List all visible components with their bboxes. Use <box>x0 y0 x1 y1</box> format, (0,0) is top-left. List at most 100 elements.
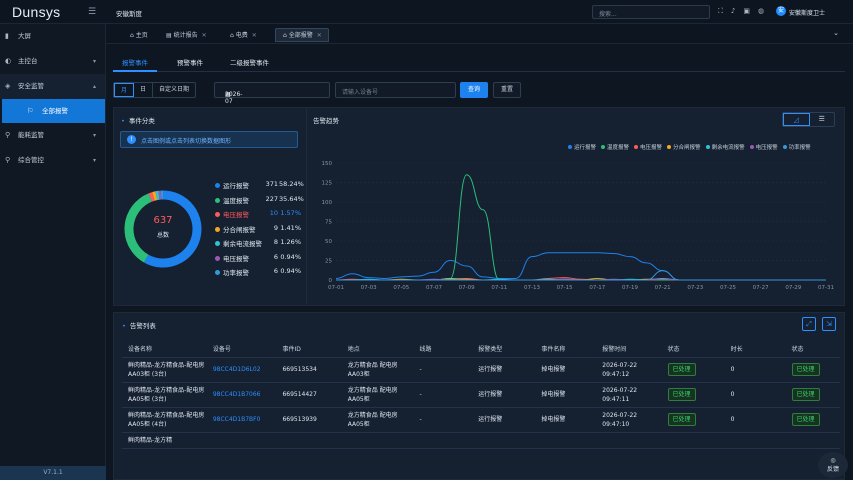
feedback-button[interactable]: ◎ 反馈 <box>818 452 848 478</box>
version-label: V7.1.1 <box>0 466 106 480</box>
date-picker[interactable]: ▦ 2026-07 <box>214 82 330 105</box>
lock-icon[interactable]: ▣ <box>743 7 750 15</box>
bell-icon[interactable]: ♪ <box>731 7 735 15</box>
sidebar-item-control[interactable]: ⚲ 综合管控 ▾ <box>0 148 105 173</box>
x-tick-label: 07-07 <box>426 285 442 291</box>
tab-alarm-events[interactable]: 报警事件 <box>122 57 148 67</box>
tab-label: 主页 <box>135 32 148 39</box>
x-tick-label: 07-19 <box>622 285 638 291</box>
period-day[interactable]: 日 <box>134 83 154 97</box>
device-input[interactable]: 请输入设备号 <box>335 82 456 98</box>
column-header: 报警类型 <box>472 341 536 358</box>
x-tick-label: 07-11 <box>491 285 507 291</box>
export-icon[interactable]: ⇲ <box>822 317 836 331</box>
legend-percent: 1.57% <box>280 209 301 217</box>
series-line[interactable] <box>335 270 826 281</box>
sidebar-item-label: 主控台 <box>18 57 38 65</box>
brand-logo: Dunsys <box>12 4 61 20</box>
table-cell: 2026-07-22 09:47:10 <box>596 407 662 433</box>
line-chart-icon[interactable]: ◿ <box>783 113 810 126</box>
device-link[interactable]: 98CC4D1B7BF0 <box>213 416 261 423</box>
menu-collapse-icon[interactable]: ☰ <box>88 7 96 17</box>
series-line[interactable] <box>335 252 826 281</box>
column-header: 地点 <box>341 341 414 358</box>
user-name[interactable]: 安徽斯度卫士 <box>789 8 825 17</box>
device-link[interactable]: 98CC4D1B7066 <box>213 391 261 398</box>
sidebar-item-console[interactable]: ◐ 主控台 ▾ <box>0 49 105 74</box>
column-header: 状态 <box>785 341 840 358</box>
sidebar-item-safety[interactable]: ◈ 安全监管 ▴ <box>0 74 105 99</box>
table-row[interactable]: 鲜肉精品-龙方精 <box>122 432 840 449</box>
table-cell <box>785 432 840 449</box>
list-icon[interactable]: ☰ <box>810 113 835 126</box>
column-header: 设备号 <box>206 341 277 358</box>
table-cell: 98CC4D1B7BF0 <box>206 407 277 433</box>
chart-legend-item[interactable]: 分合闸报警 <box>667 145 701 151</box>
close-icon[interactable]: ✕ <box>202 32 207 39</box>
legend-label: 功率报警 <box>223 269 249 277</box>
legend-percent: 0.94% <box>280 252 301 261</box>
close-icon[interactable]: ✕ <box>252 32 257 39</box>
period-month[interactable]: 月 <box>114 83 135 97</box>
tab-electricity[interactable]: ⌂ 电费 ✕ <box>222 28 264 42</box>
donut-slice[interactable] <box>152 191 158 201</box>
close-icon[interactable]: ✕ <box>317 32 322 39</box>
search-input[interactable]: 搜索... <box>592 5 710 19</box>
tab-all-alarms[interactable]: ⌂ 全部报警 ✕ <box>275 28 329 42</box>
fullscreen-icon[interactable]: ⛶ <box>718 7 723 15</box>
globe-icon[interactable]: ◍ <box>758 7 764 15</box>
feedback-icon: ◎ <box>830 457 836 464</box>
alarm-list-title: • 告警列表 <box>122 322 156 330</box>
period-custom[interactable]: 自定义日期 <box>153 83 195 97</box>
sidebar-item-all-alarms[interactable]: ⚐ 全部报警 <box>2 99 105 123</box>
sidebar-item-label: 大屏 <box>18 32 31 40</box>
donut-slice[interactable] <box>148 192 155 202</box>
notice-banner: ! 点击图例或点击列表切换数据图形 <box>120 131 298 148</box>
device-link[interactable]: 98CC4D1D6L02 <box>213 366 261 373</box>
table-cell: 掉电报警 <box>535 382 597 408</box>
tab-warning-events[interactable]: 预警事件 <box>177 57 203 67</box>
alarm-icon: ⚐ <box>27 107 34 115</box>
sidebar-item-dashboard[interactable]: ▮ 大屏 <box>0 24 105 49</box>
info-icon: ! <box>127 135 136 144</box>
chart-legend-item[interactable]: 功率报警 <box>782 145 811 151</box>
tab-bar: ⌂ 主页 ▤ 统计报告 ✕ ⌂ 电费 ✕ ⌂ 全部报警 ✕ ⌄ <box>106 24 853 44</box>
x-tick-label: 07-09 <box>459 285 475 291</box>
expand-icon[interactable]: ⤢ <box>802 317 816 331</box>
legend-dot <box>215 226 220 232</box>
table-cell: 鲜肉精品-龙方精 <box>122 432 207 449</box>
tab-level2-events[interactable]: 二级报警事件 <box>230 57 269 67</box>
tab-home[interactable]: ⌂ 主页 <box>122 28 155 42</box>
avatar[interactable]: 安 <box>776 6 786 16</box>
table-cell: 掉电报警 <box>535 407 597 433</box>
alarm-list-panel: • 告警列表 ⤢ ⇲ 设备名称 设备号 事件ID 地点 线路 报警类型 事件名称 报警时间 状态时… <box>113 312 845 480</box>
chart-legend-item[interactable]: 剩余电流报警 <box>705 145 745 151</box>
table-cell: 已处理 <box>785 407 840 433</box>
chevron-down-icon: ▾ <box>92 132 96 139</box>
alarm-table: 设备名称 设备号 事件ID 地点 线路 报警类型 事件名称 报警时间 状态 时长 状态 鲜肉精品-龙… <box>122 341 840 449</box>
legend-label: 电压报警 <box>223 254 249 263</box>
chart-legend-item[interactable]: 电压报警 <box>749 145 778 151</box>
table-cell: 98CC4D1D6L02 <box>206 357 277 383</box>
query-button[interactable]: 查询 <box>460 82 488 98</box>
chevron-down-icon[interactable]: ⌄ <box>833 29 839 37</box>
reset-button[interactable]: 重置 <box>493 82 521 98</box>
table-row[interactable]: 鲜肉精品-龙方精食品-配电房AA05柜 (3台) 98CC4D1B7066 6695… <box>122 382 840 408</box>
table-row[interactable]: 鲜肉精品-龙方精食品-配电房AA05柜 (4台) 98CC4D1B7BF0 6695… <box>122 407 840 433</box>
status-badge: 已处理 <box>791 363 820 376</box>
table-cell: 669513939 <box>276 407 342 433</box>
table-cell: 掉电报警 <box>535 357 597 383</box>
table-cell: 0 <box>724 357 786 383</box>
legend-dot <box>705 145 710 149</box>
series-line[interactable] <box>335 174 826 281</box>
tab-report[interactable]: ▤ 统计报告 ✕ <box>158 28 214 42</box>
chart-legend-item[interactable]: 电压报警 <box>634 145 662 151</box>
chart-legend-item[interactable]: 温度报警 <box>601 145 629 151</box>
chart-legend-item[interactable]: 运行报警 <box>568 145 596 151</box>
legend-percent: 1.26% <box>280 238 301 246</box>
trend-panel-title: 告警趋势 <box>313 117 339 125</box>
sidebar-item-energy[interactable]: ⚲ 能耗监管 ▾ <box>0 123 105 148</box>
legend-dot <box>601 145 606 149</box>
x-tick-label: 07-31 <box>818 285 834 291</box>
table-row[interactable]: 鲜肉精品-龙方精食品-配电房AA03柜 (3台) 98CC4D1D6L02 6695… <box>122 357 840 383</box>
